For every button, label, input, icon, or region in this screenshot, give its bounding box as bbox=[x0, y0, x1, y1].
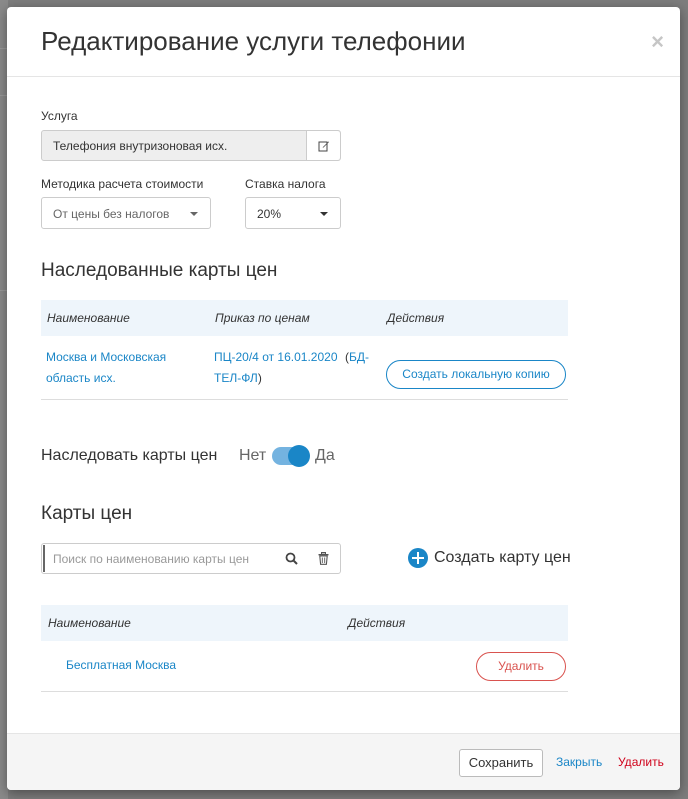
col-actions: Действия bbox=[387, 311, 445, 325]
col-name: Наименование bbox=[48, 616, 131, 630]
close-icon[interactable]: × bbox=[651, 31, 664, 53]
toggle-off-label: Нет bbox=[239, 447, 267, 464]
service-value: Телефония внутризоновая исх. bbox=[53, 139, 228, 153]
calc-method-label: Методика расчета стоимости bbox=[41, 177, 204, 191]
order-code-link[interactable]: БД- bbox=[349, 350, 369, 364]
tax-rate-select[interactable]: 20% bbox=[245, 197, 341, 229]
chevron-down-icon bbox=[190, 212, 198, 216]
row-divider bbox=[41, 691, 568, 692]
price-cards-table: Наименование Действия Бесплатная Москва … bbox=[41, 605, 568, 693]
price-cards-heading: Карты цен bbox=[41, 503, 133, 524]
col-order: Приказ по ценам bbox=[215, 311, 310, 325]
create-local-copy-button[interactable]: Создать локальную копию bbox=[386, 360, 566, 389]
create-price-card-button[interactable]: Создать карту цен bbox=[408, 548, 571, 568]
search-input[interactable] bbox=[43, 545, 263, 572]
create-price-card-label: Создать карту цен bbox=[434, 549, 571, 566]
inherit-toggle-knob[interactable] bbox=[288, 445, 310, 467]
tax-rate-value: 20% bbox=[257, 207, 282, 221]
table-header: Наименование Приказ по ценам Действия bbox=[41, 300, 568, 336]
tax-rate-label: Ставка налога bbox=[245, 177, 326, 191]
edit-icon bbox=[318, 141, 329, 151]
calc-method-value: От цены без налогов bbox=[53, 207, 170, 221]
price-card-search bbox=[41, 543, 341, 574]
edit-service-modal: Редактирование услуги телефонии × Услуга… bbox=[7, 7, 680, 790]
delete-price-card-button[interactable]: Удалить bbox=[476, 652, 566, 681]
modal-title: Редактирование услуги телефонии bbox=[41, 26, 466, 56]
order-code-link[interactable]: ТЕЛ-ФЛ bbox=[214, 371, 258, 385]
edit-service-button[interactable] bbox=[306, 131, 340, 160]
plus-circle-icon bbox=[408, 548, 428, 568]
price-card-link[interactable]: Бесплатная Москва bbox=[66, 655, 176, 676]
row-divider bbox=[41, 399, 568, 400]
inherited-heading: Наследованные карты цен bbox=[41, 260, 278, 281]
service-label: Услуга bbox=[41, 109, 78, 123]
col-actions: Действия bbox=[348, 616, 406, 630]
order-code-paren: ) bbox=[257, 371, 262, 385]
search-icon[interactable] bbox=[285, 552, 298, 570]
table-header: Наименование Действия bbox=[41, 605, 568, 641]
chevron-down-icon bbox=[320, 212, 328, 216]
price-card-link[interactable]: область исх. bbox=[46, 368, 206, 389]
close-link[interactable]: Закрыть bbox=[556, 755, 602, 769]
toggle-on-label: Да bbox=[315, 447, 335, 464]
inherited-table: Наименование Приказ по ценам Действия Мо… bbox=[41, 300, 568, 400]
price-card-link[interactable]: Москва и Московская bbox=[46, 347, 206, 368]
trash-icon[interactable] bbox=[318, 552, 329, 570]
service-field: Телефония внутризоновая исх. bbox=[41, 130, 341, 161]
save-button[interactable]: Сохранить bbox=[459, 749, 543, 777]
col-name: Наименование bbox=[47, 311, 130, 325]
delete-link[interactable]: Удалить bbox=[618, 755, 664, 769]
modal-footer: Сохранить Закрыть Удалить bbox=[7, 733, 680, 790]
modal-header: Редактирование услуги телефонии × bbox=[7, 7, 680, 77]
inherited-row-name[interactable]: Москва и Московская область исх. bbox=[46, 347, 206, 389]
inherited-row-order: ПЦ-20/4 от 16.01.2020 (БД- ТЕЛ-ФЛ) bbox=[214, 347, 384, 389]
inherit-toggle-label: Наследовать карты цен bbox=[41, 447, 218, 464]
price-order-link[interactable]: ПЦ-20/4 от 16.01.2020 bbox=[214, 350, 338, 364]
calc-method-select[interactable]: От цены без налогов bbox=[41, 197, 211, 229]
